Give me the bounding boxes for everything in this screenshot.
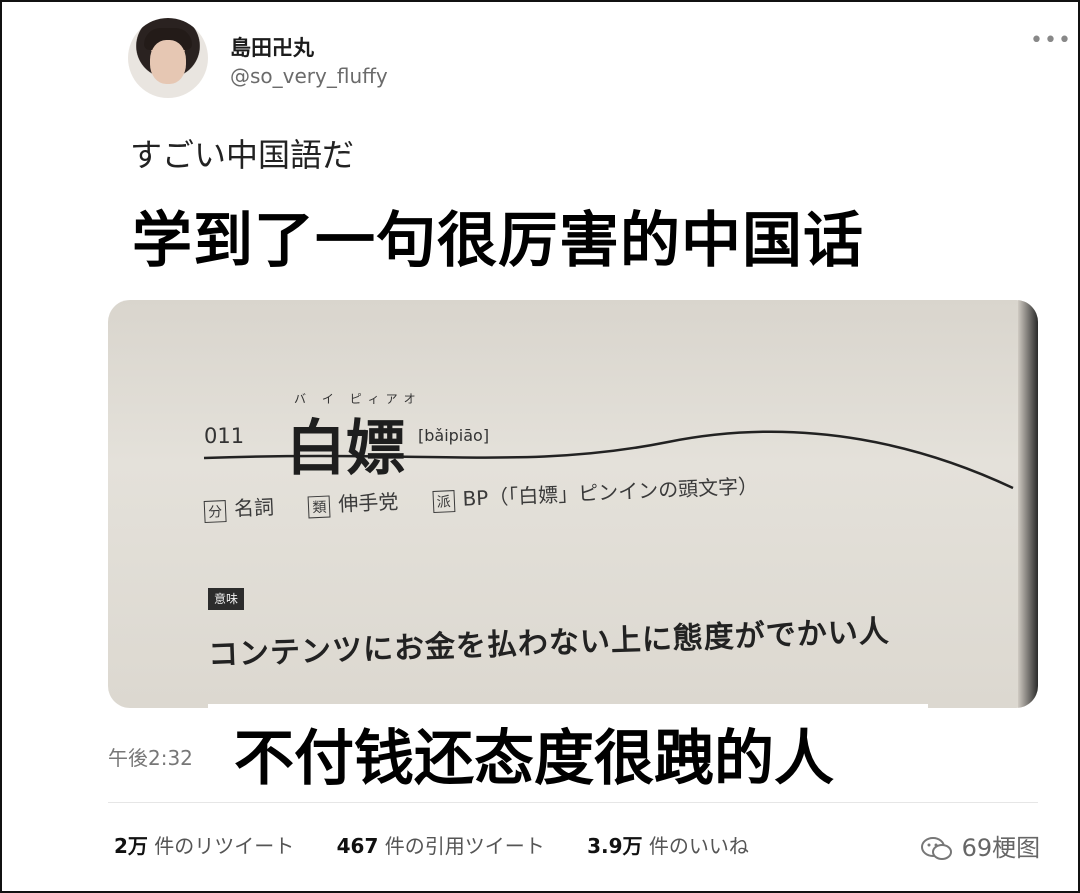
entry-number: 011 (204, 424, 245, 448)
meaning-tag: 意味 (208, 588, 244, 610)
tweet-photo[interactable]: バ イ ピィアオ 011 白嫖 [bǎipiāo] 分名詞 類伸手党 派 BP（「… (108, 300, 1038, 708)
more-dots-icon[interactable]: ••• (1030, 28, 1072, 53)
tweet-time[interactable]: 午後2:32 (108, 742, 193, 771)
caption-overlay-top: 学到了一句很厉害的中国话 (132, 206, 864, 276)
watermark-text: 69梗图 (961, 834, 1041, 862)
entry-word: 白嫖 (286, 414, 406, 484)
caption-overlay-bottom: 不付钱还态度很跩的人 (234, 724, 834, 794)
engagement-stats: 2万 件のリツイート 467 件の引用ツイート 3.9万 件のいいね (114, 830, 785, 859)
quotes-stat[interactable]: 467 件の引用ツイート (337, 834, 545, 858)
user-handle[interactable]: @so_very_fluffy (230, 64, 388, 88)
entry-pinyin: [bǎipiāo] (418, 426, 490, 445)
wechat-icon (921, 837, 952, 860)
tag-related: 類 (307, 494, 331, 518)
display-name[interactable]: 島田卍丸 (230, 32, 314, 62)
tweet-card: 島田卍丸 @so_very_fluffy ••• すごい中国語だ 学到了一句很厉… (0, 0, 1080, 893)
tag-derived: 派 (432, 489, 456, 513)
related-term: 伸手党 (337, 489, 399, 517)
part-of-speech: 名詞 (233, 494, 275, 521)
tweet-text: すごい中国語だ (130, 136, 355, 174)
divider (108, 802, 1038, 803)
watermark: 69梗图 (920, 828, 1040, 863)
likes-stat[interactable]: 3.9万 件のいいね (587, 834, 749, 858)
avatar[interactable] (128, 18, 208, 98)
book-edge (1018, 300, 1038, 708)
retweets-stat[interactable]: 2万 件のリツイート (114, 834, 294, 858)
tag-part-of-speech: 分 (203, 499, 227, 523)
